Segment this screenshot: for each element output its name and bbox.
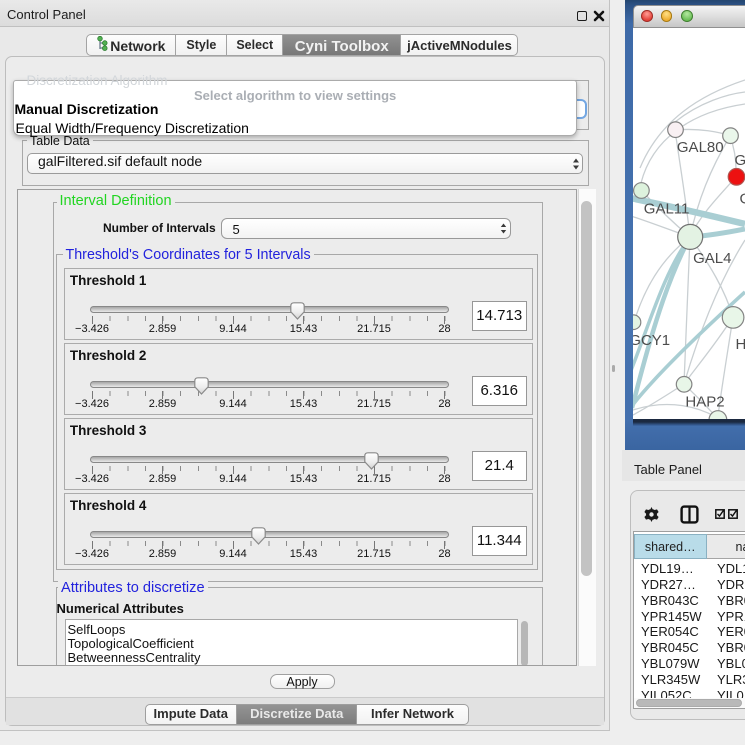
svg-text:HI: HI (736, 336, 745, 353)
svg-text:GA: GA (735, 152, 745, 169)
svg-text:GAL11: GAL11 (644, 201, 690, 218)
svg-text:GAL4: GAL4 (693, 250, 731, 267)
svg-text:GCY1: GCY1 (633, 332, 670, 349)
svg-text:HAP2: HAP2 (685, 394, 724, 411)
svg-text:G: G (740, 191, 745, 208)
svg-text:GAL80: GAL80 (677, 139, 724, 156)
